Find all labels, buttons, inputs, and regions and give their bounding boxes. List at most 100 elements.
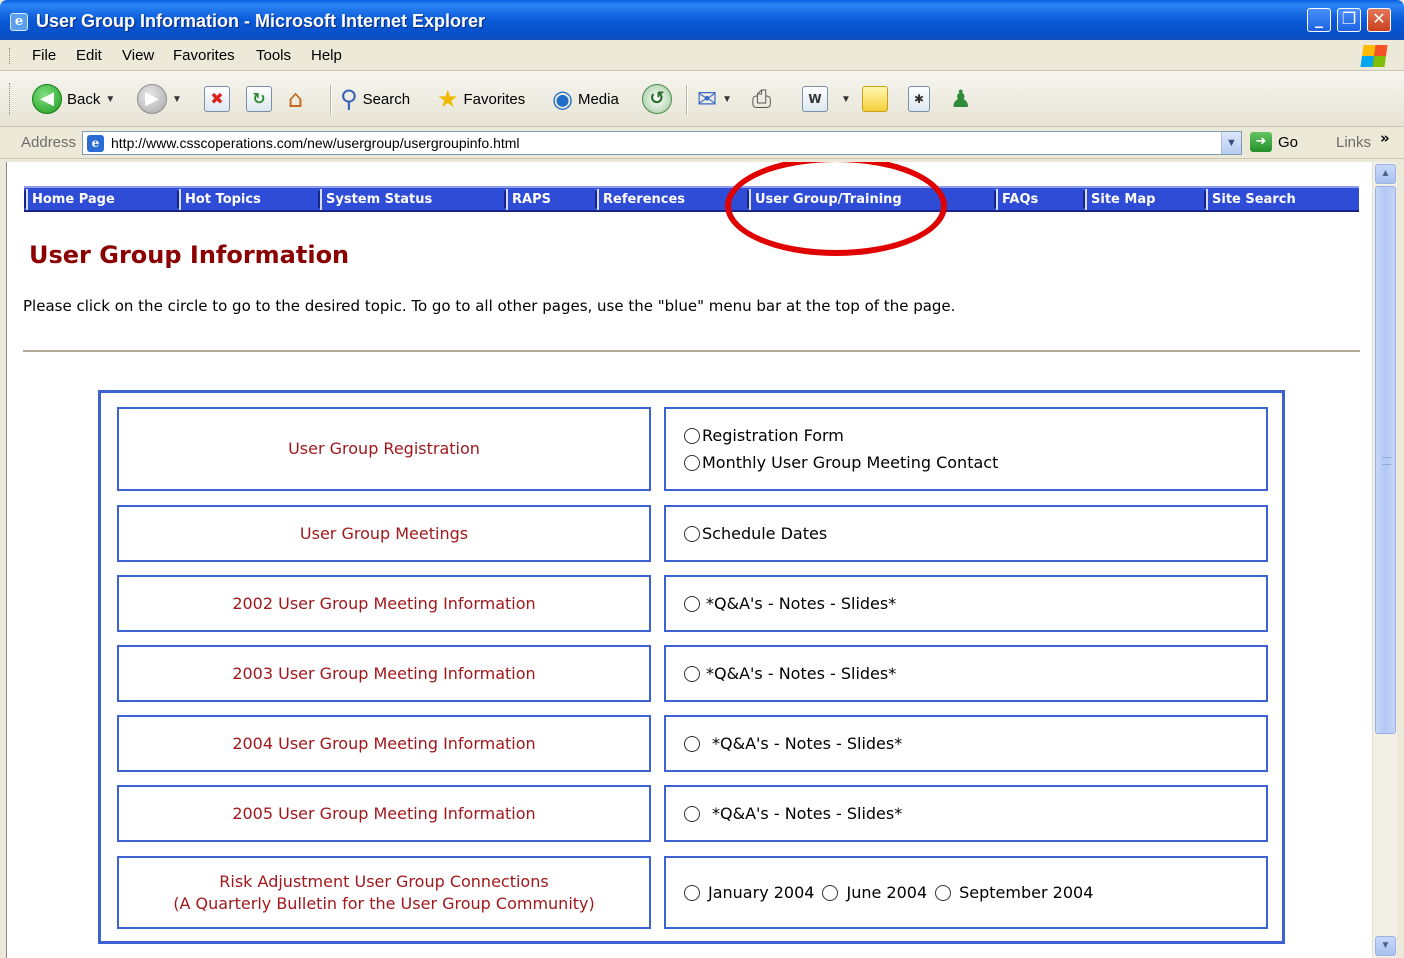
toolbar-grip[interactable] (9, 83, 11, 115)
radio-button[interactable] (684, 884, 700, 901)
back-icon: ◀ (32, 84, 62, 114)
radio-button[interactable] (684, 665, 700, 682)
option-2003-qa-notes-slides[interactable]: *Q&A's - Notes - Slides* (684, 663, 1266, 685)
scroll-up-icon[interactable]: ▲ (1375, 164, 1396, 184)
radio-button[interactable] (684, 805, 700, 822)
topic-risk-adjustment-connections[interactable]: Risk Adjustment User Group Connections (… (117, 856, 651, 929)
option-monthly-meeting-contact[interactable]: Monthly User Group Meeting Contact (684, 452, 1266, 474)
toolbar-separator (686, 85, 688, 115)
address-url[interactable]: http://www.csscoperations.com/new/usergr… (111, 135, 520, 151)
nav-hot-topics[interactable]: Hot Topics (179, 189, 317, 210)
horizontal-rule (23, 350, 1360, 352)
scrollbar-thumb[interactable] (1375, 186, 1396, 734)
history-button[interactable]: ↺ (642, 83, 672, 115)
option-2005-qa-notes-slides[interactable]: *Q&A's - Notes - Slides* (684, 803, 1266, 825)
mail-dropdown-icon[interactable]: ▼ (722, 94, 732, 105)
links-chevron-icon[interactable]: » (1380, 131, 1390, 146)
home-button[interactable]: ⌂ (288, 83, 303, 115)
menu-edit[interactable]: Edit (76, 47, 102, 64)
radio-button[interactable] (684, 427, 700, 444)
edit-dropdown-icon[interactable]: ▼ (841, 94, 851, 105)
nav-home-page[interactable]: Home Page (26, 189, 176, 210)
menu-tools[interactable]: Tools (256, 47, 291, 64)
menu-favorites[interactable]: Favorites (173, 47, 235, 64)
option-label: *Q&A's - Notes - Slides* (706, 593, 897, 613)
option-2004-qa-notes-slides[interactable]: *Q&A's - Notes - Slides* (684, 733, 1266, 755)
radio-button[interactable] (684, 454, 700, 471)
stop-button[interactable]: ✖ (204, 83, 230, 115)
topic-2003-meeting-info[interactable]: 2003 User Group Meeting Information (117, 645, 651, 702)
menu-file[interactable]: File (32, 47, 56, 64)
window-title-bar: e User Group Information - Microsoft Int… (0, 0, 1404, 40)
restore-button[interactable]: ❐ (1337, 8, 1361, 32)
topic-user-group-registration[interactable]: User Group Registration (117, 407, 651, 491)
messenger-icon: ♟ (950, 85, 972, 113)
go-button[interactable]: ➜ Go (1250, 132, 1298, 152)
radio-button[interactable] (684, 595, 700, 612)
topic-user-group-meetings[interactable]: User Group Meetings (117, 505, 651, 562)
radio-button[interactable] (684, 735, 700, 752)
address-bar: Address e http://www.csscoperations.com/… (0, 127, 1404, 159)
nav-references[interactable]: References (597, 189, 745, 210)
favorites-button[interactable]: ★ Favorites (437, 83, 525, 115)
forward-dropdown-icon[interactable]: ▼ (172, 94, 182, 105)
thumb-grip (1382, 457, 1391, 465)
address-label: Address (21, 134, 77, 151)
standard-toolbar: ◀ Back ▼ ▶ ▼ ✖ ↻ ⌂ ⚲ Search ★ Favorites … (0, 71, 1404, 127)
options-2002-meeting-info: *Q&A's - Notes - Slides* (664, 575, 1268, 632)
radio-button[interactable] (935, 884, 952, 901)
menu-view[interactable]: View (122, 47, 154, 64)
print-button[interactable]: ⎙ (752, 83, 771, 115)
nav-site-map[interactable]: Site Map (1085, 189, 1199, 210)
nav-raps[interactable]: RAPS (506, 189, 594, 210)
option-schedule-dates[interactable]: Schedule Dates (684, 523, 1266, 545)
refresh-button[interactable]: ↻ (246, 83, 272, 115)
intro-text: Please click on the circle to go to the … (23, 297, 956, 315)
option-january-2004[interactable]: January 2004 (708, 882, 814, 904)
messenger-button[interactable]: ♟ (950, 83, 972, 115)
radio-button[interactable] (822, 884, 839, 901)
topic-label-line1: Risk Adjustment User Group Connections (219, 871, 549, 891)
close-button[interactable]: ✕ (1367, 8, 1391, 32)
radio-button[interactable] (684, 525, 700, 542)
topic-2004-meeting-info[interactable]: 2004 User Group Meeting Information (117, 715, 651, 772)
option-september-2004[interactable]: September 2004 (959, 882, 1093, 904)
ie-app-icon[interactable]: e (10, 13, 28, 31)
minimize-button[interactable]: _ (1307, 8, 1331, 32)
options-user-group-registration: Registration Form Monthly User Group Mee… (664, 407, 1268, 491)
options-2003-meeting-info: *Q&A's - Notes - Slides* (664, 645, 1268, 702)
nav-site-search[interactable]: Site Search (1206, 189, 1354, 210)
mail-button[interactable]: ✉ ▼ (697, 83, 732, 115)
topics-table: User Group Registration Registration For… (98, 390, 1285, 944)
option-label: Monthly User Group Meeting Contact (702, 452, 999, 472)
address-input[interactable]: e http://www.csscoperations.com/new/user… (82, 131, 1242, 155)
forward-button[interactable]: ▶ ▼ (137, 83, 182, 115)
option-2002-qa-notes-slides[interactable]: *Q&A's - Notes - Slides* (684, 593, 1266, 615)
vertical-scrollbar[interactable]: ▲ ▼ (1372, 162, 1397, 958)
favorites-label: Favorites (463, 90, 526, 108)
option-june-2004[interactable]: June 2004 (846, 882, 927, 904)
research-button[interactable]: ✱ (908, 83, 930, 115)
nav-system-status[interactable]: System Status (320, 189, 500, 210)
back-button[interactable]: ◀ Back ▼ (32, 83, 115, 115)
address-dropdown-icon[interactable]: ▼ (1221, 132, 1241, 154)
site-nav-bar: Home Page Hot Topics System Status RAPS … (24, 186, 1359, 212)
topic-2005-meeting-info[interactable]: 2005 User Group Meeting Information (117, 785, 651, 842)
go-arrow-icon: ➜ (1250, 132, 1272, 152)
option-registration-form[interactable]: Registration Form (684, 425, 1266, 447)
back-dropdown-icon[interactable]: ▼ (105, 94, 115, 105)
menu-help[interactable]: Help (311, 47, 342, 64)
research-icon: ✱ (908, 86, 930, 112)
discuss-button[interactable] (862, 83, 888, 115)
media-button[interactable]: ◉ Media (552, 83, 619, 115)
options-risk-adjustment-connections: January 2004 June 2004 September 2004 (664, 856, 1268, 929)
topic-2002-meeting-info[interactable]: 2002 User Group Meeting Information (117, 575, 651, 632)
topic-label-line2: (A Quarterly Bulletin for the User Group… (173, 893, 595, 913)
edit-button[interactable]: W ▼ (802, 83, 851, 115)
menu-grip[interactable] (9, 48, 11, 64)
nav-faqs[interactable]: FAQs (996, 189, 1082, 210)
scroll-down-icon[interactable]: ▼ (1375, 936, 1396, 956)
links-label[interactable]: Links (1336, 134, 1371, 151)
search-button[interactable]: ⚲ Search (340, 83, 410, 115)
option-label: Registration Form (702, 425, 844, 445)
